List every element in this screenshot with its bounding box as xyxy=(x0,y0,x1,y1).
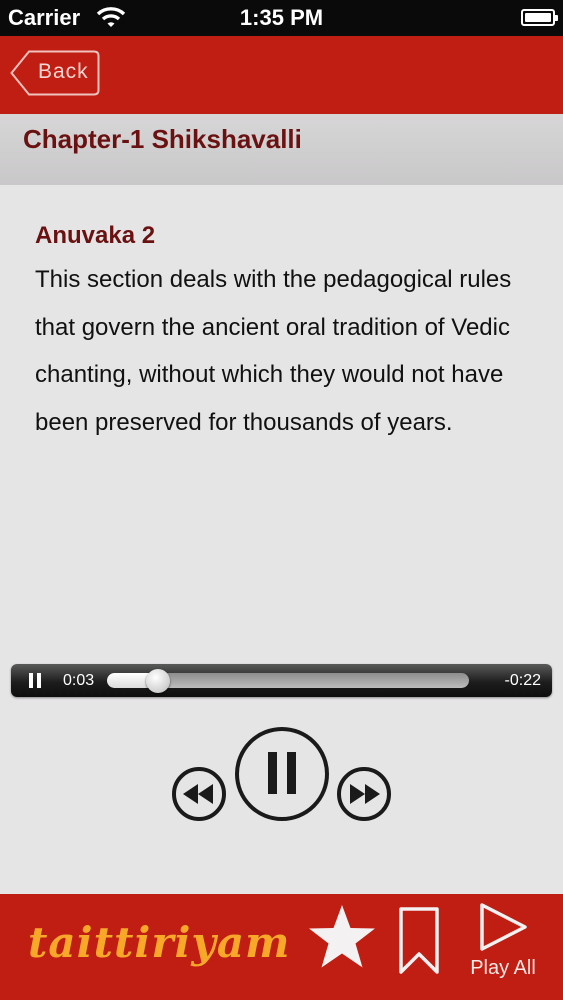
play-all-label[interactable]: Play All xyxy=(464,957,542,980)
elapsed-time: 0:03 xyxy=(63,672,95,689)
nav-bar: Back xyxy=(0,36,563,114)
remaining-time: -0:22 xyxy=(504,672,541,689)
clock-label: 1:35 PM xyxy=(239,5,324,30)
rewind-icon[interactable] xyxy=(171,766,227,822)
transport-controls xyxy=(0,724,563,844)
pause-icon[interactable] xyxy=(29,673,41,688)
play-icon[interactable] xyxy=(478,902,530,952)
pause-icon[interactable] xyxy=(234,726,330,822)
chapter-header: Chapter-1 Shikshavalli xyxy=(0,114,563,185)
chapter-title: Chapter-1 Shikshavalli xyxy=(23,124,302,154)
bookmark-icon[interactable] xyxy=(398,906,440,976)
back-button-label: Back xyxy=(38,60,89,83)
audio-scrubber: 0:03 -0:22 xyxy=(11,664,552,697)
battery-icon xyxy=(521,9,558,26)
section-body-text: This section deals with the pedagogical … xyxy=(35,266,512,436)
fast-forward-icon[interactable] xyxy=(336,766,392,822)
status-bar: Carrier 1:35 PM xyxy=(0,0,563,36)
section-heading: Anuvaka 2 xyxy=(35,222,156,249)
app-logo: taittiriyam xyxy=(28,918,291,967)
back-button[interactable]: Back xyxy=(10,50,100,96)
star-icon[interactable] xyxy=(306,902,378,974)
scrubber-thumb[interactable] xyxy=(146,669,171,693)
